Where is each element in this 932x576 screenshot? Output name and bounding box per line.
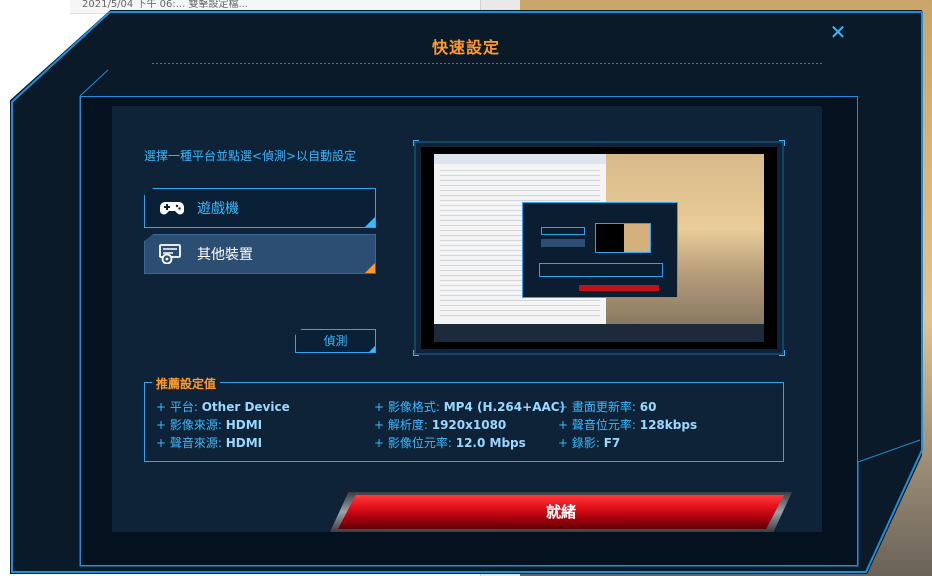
title-divider	[152, 63, 822, 64]
setting-platform: + 平台: Other Device	[156, 400, 290, 414]
close-button[interactable]: ✕	[828, 22, 848, 42]
gamepad-icon	[160, 202, 184, 215]
setting-video-source: + 影像來源: HDMI	[156, 418, 263, 432]
device-icon	[159, 244, 181, 264]
detect-button-label: 偵測	[323, 334, 348, 348]
dialog-title: 快速設定	[431, 38, 500, 57]
preview-taskbar	[434, 324, 764, 342]
corner-mark	[369, 346, 375, 352]
setting-audio-bitrate: + 聲音位元率: 128kbps	[558, 418, 698, 432]
done-button[interactable]: 就緒	[338, 495, 784, 529]
instruction-text: 選擇一種平台並點選<偵測>以自動設定	[144, 149, 357, 163]
corner-mark	[365, 217, 375, 227]
recommended-settings-title: 推薦設定值	[152, 375, 221, 392]
device-option-other[interactable]: 其他裝置	[144, 234, 376, 274]
setting-resolution: + 解析度: 1920x1080	[374, 418, 507, 432]
corner-mark	[365, 263, 375, 273]
setting-video-bitrate: + 影像位元率: 12.0 Mbps	[374, 436, 526, 450]
detect-button[interactable]: 偵測	[295, 329, 376, 353]
device-option-label: 其他裝置	[197, 247, 253, 263]
setting-record-hotkey: + 錄影: F7	[558, 436, 621, 450]
setting-video-format: + 影像格式: MP4 (H.264+AAC)	[374, 400, 566, 414]
device-option-console[interactable]: 遊戲機	[144, 188, 376, 228]
device-option-label: 遊戲機	[197, 201, 239, 217]
preview-screenshot	[434, 154, 764, 342]
preview-dialog	[522, 202, 678, 298]
setting-audio-source: + 聲音來源: HDMI	[156, 436, 263, 450]
setting-frame-rate: + 畫面更新率: 60	[558, 400, 657, 414]
